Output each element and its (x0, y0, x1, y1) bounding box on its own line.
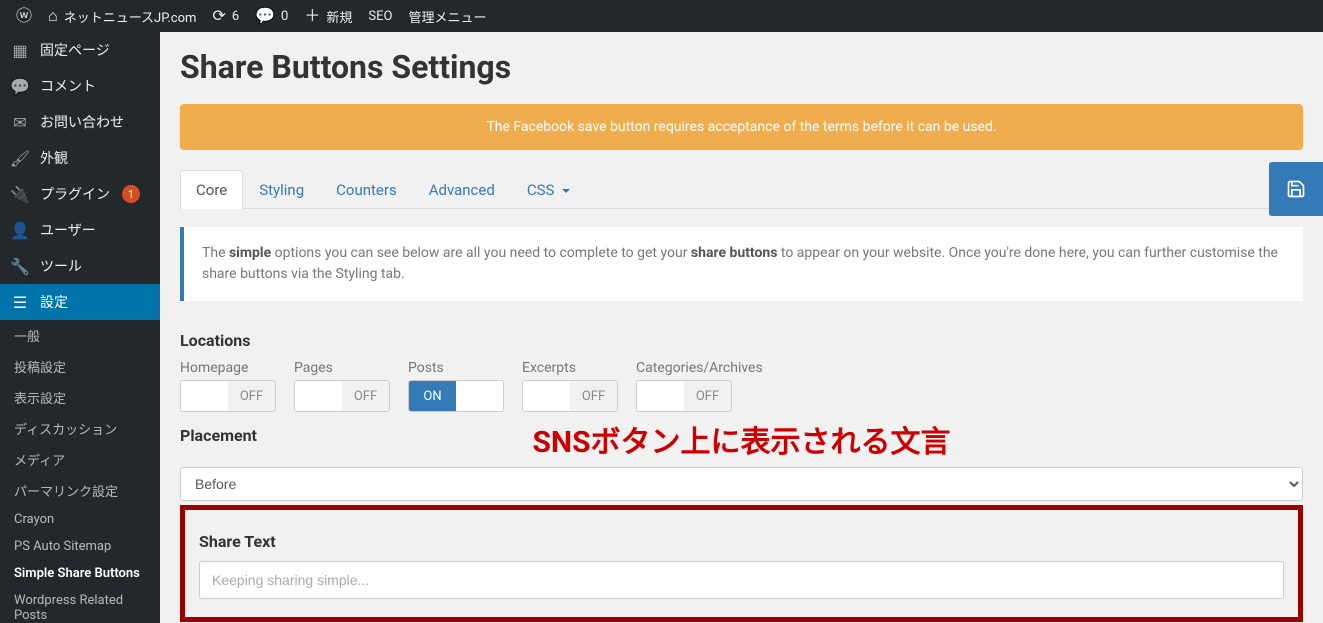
share-text-box: Share Text (180, 505, 1303, 622)
content-area: Share Buttons Settings The Facebook save… (160, 32, 1323, 623)
sidebar-sub-3[interactable]: ディスカッション (0, 413, 160, 444)
sidebar-item-2[interactable]: ✉ お問い合わせ (0, 104, 160, 140)
updates-count: 6 (232, 9, 239, 24)
tab-styling[interactable]: Styling (243, 170, 320, 209)
sidebar-item-label: ユーザー (40, 220, 96, 240)
refresh-icon: ⟳ (212, 8, 225, 24)
toggle-off: OFF (342, 381, 389, 411)
toggle-handle (523, 381, 570, 411)
sliders-icon: ☰ (10, 293, 30, 312)
sidebar-sub-0[interactable]: 一般 (0, 320, 160, 351)
location-toggle-categories/archives[interactable]: OFF (636, 380, 732, 412)
toggle-handle (456, 381, 503, 411)
badge: 1 (122, 185, 140, 203)
plug-icon: 🔌 (10, 185, 30, 204)
location-label: Homepage (180, 360, 276, 376)
placement-heading: Placement (180, 426, 1303, 445)
sidebar-item-0[interactable]: ▦ 固定ページ (0, 32, 160, 68)
home-icon: ⌂ (48, 8, 58, 24)
sidebar-item-label: コメント (40, 76, 96, 96)
save-button[interactable] (1269, 162, 1323, 216)
admin-sidebar: ▦ 固定ページ 💬 コメント ✉ お問い合わせ 🖌 外観 🔌 プラグイン 1 👤 ユーザー 🔧 ツール ☰ 設定… (0, 32, 160, 623)
site-name-link[interactable]: ⌂ ネットニュースJP.com (40, 0, 204, 32)
sidebar-item-label: ツール (40, 256, 82, 276)
locations-row: Homepage OFF Pages OFF Posts ON Excerpts… (180, 360, 1303, 412)
wrench-icon: 🔧 (10, 257, 30, 276)
sidebar-item-6[interactable]: 🔧 ツール (0, 248, 160, 284)
user-icon: 👤 (10, 221, 30, 240)
updates-link[interactable]: ⟳ 6 (204, 0, 247, 32)
sidebar-sub-1[interactable]: 投稿設定 (0, 351, 160, 382)
settings-tabs: CoreStylingCountersAdvancedCSS (180, 170, 1303, 209)
sidebar-item-label: プラグイン (40, 184, 110, 204)
sidebar-item-label: お問い合わせ (40, 112, 124, 132)
sidebar-sub-8[interactable]: Simple Share Buttons (0, 560, 160, 587)
location-toggle-posts[interactable]: ON (408, 380, 504, 412)
sidebar-item-5[interactable]: 👤 ユーザー (0, 212, 160, 248)
sidebar-item-7[interactable]: ☰ 設定 (0, 284, 160, 320)
comments-count: 0 (281, 9, 288, 24)
toggle-off: OFF (684, 381, 731, 411)
placement-select[interactable]: Before (180, 467, 1303, 501)
toggle-handle (637, 381, 684, 411)
toggle-off: OFF (570, 381, 617, 411)
comments-link[interactable]: 💬 0 (247, 0, 296, 32)
sidebar-sub-5[interactable]: パーマリンク設定 (0, 475, 160, 506)
location-toggle-pages[interactable]: OFF (294, 380, 390, 412)
location-label: Pages (294, 360, 390, 376)
toggle-on: ON (409, 381, 456, 411)
page-title: Share Buttons Settings (180, 48, 1303, 86)
seo-link[interactable]: SEO (360, 0, 400, 32)
admin-menu-link[interactable]: 管理メニュー (400, 0, 494, 32)
plus-icon: ＋ (304, 8, 320, 24)
wp-logo[interactable]: ⓦ (8, 0, 40, 32)
caret-icon (562, 189, 570, 193)
new-label: 新規 (326, 7, 352, 26)
comment-icon: 💬 (255, 8, 275, 24)
tab-advanced[interactable]: Advanced (413, 170, 511, 209)
toggle-handle (181, 381, 228, 411)
save-icon (1286, 179, 1306, 199)
grid-icon: ▦ (10, 41, 30, 60)
tab-css[interactable]: CSS (511, 170, 586, 209)
location-toggle-homepage[interactable]: OFF (180, 380, 276, 412)
location-label: Excerpts (522, 360, 618, 376)
facebook-notice: The Facebook save button requires accept… (180, 104, 1303, 150)
sidebar-sub-2[interactable]: 表示設定 (0, 382, 160, 413)
sidebar-item-1[interactable]: 💬 コメント (0, 68, 160, 104)
tab-counters[interactable]: Counters (320, 170, 413, 209)
sidebar-sub-6[interactable]: Crayon (0, 506, 160, 533)
sidebar-item-3[interactable]: 🖌 外観 (0, 140, 160, 176)
share-text-input[interactable] (199, 561, 1284, 599)
sidebar-sub-4[interactable]: メディア (0, 444, 160, 475)
comment-icon: 💬 (10, 77, 30, 96)
tab-core[interactable]: Core (180, 170, 243, 209)
location-label: Posts (408, 360, 504, 376)
info-panel: The simple options you can see below are… (180, 227, 1303, 301)
toggle-off: OFF (228, 381, 275, 411)
location-toggle-excerpts[interactable]: OFF (522, 380, 618, 412)
share-text-heading: Share Text (199, 532, 1284, 551)
sidebar-item-label: 外観 (40, 148, 68, 168)
location-col-4: Categories/Archives OFF (636, 360, 763, 412)
location-col-2: Posts ON (408, 360, 504, 412)
sidebar-item-4[interactable]: 🔌 プラグイン 1 (0, 176, 160, 212)
admin-bar: ⓦ ⌂ ネットニュースJP.com ⟳ 6 💬 0 ＋ 新規 SEO 管理メニュ… (0, 0, 1323, 32)
brush-icon: 🖌 (10, 149, 30, 168)
site-name: ネットニュースJP.com (64, 7, 197, 26)
mail-icon: ✉ (10, 113, 30, 132)
location-col-1: Pages OFF (294, 360, 390, 412)
locations-heading: Locations (180, 331, 1303, 350)
sidebar-sub-7[interactable]: PS Auto Sitemap (0, 533, 160, 560)
sidebar-sub-9[interactable]: Wordpress Related Posts (0, 587, 160, 623)
location-label: Categories/Archives (636, 360, 763, 376)
new-content-link[interactable]: ＋ 新規 (296, 0, 360, 32)
sidebar-item-label: 固定ページ (40, 40, 110, 60)
location-col-3: Excerpts OFF (522, 360, 618, 412)
toggle-handle (295, 381, 342, 411)
sidebar-item-label: 設定 (40, 292, 68, 312)
location-col-0: Homepage OFF (180, 360, 276, 412)
